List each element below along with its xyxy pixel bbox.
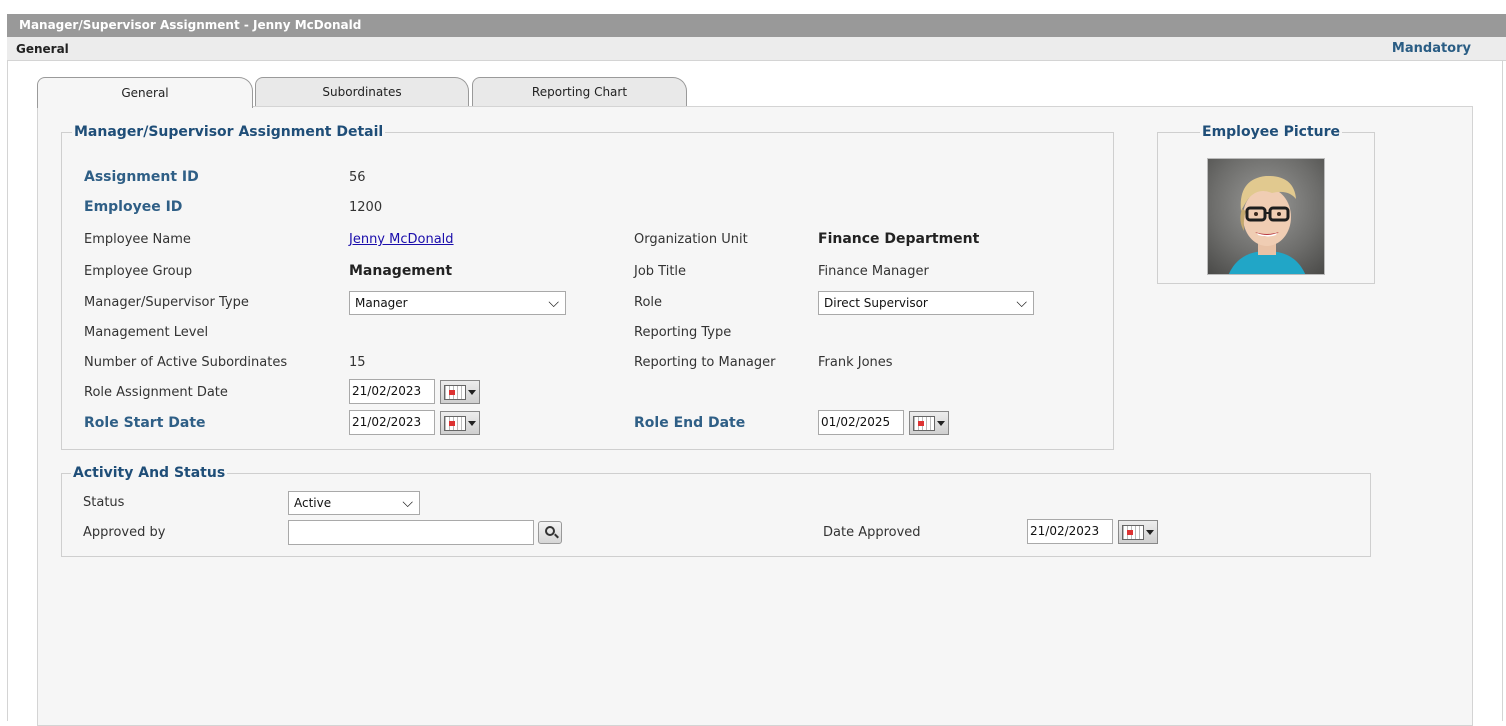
assignment-id-value: 56	[349, 170, 366, 185]
job-title-value: Finance Manager	[818, 264, 929, 279]
activity-status-fieldset: Activity And Status	[61, 465, 1371, 557]
role-label: Role	[634, 295, 663, 310]
org-unit-value: Finance Department	[818, 231, 980, 247]
section-title: General	[16, 42, 69, 56]
active-subordinates-value: 15	[349, 355, 366, 370]
manager-type-select[interactable]: Manager ⌵	[349, 291, 566, 315]
employee-picture-legend: Employee Picture	[1202, 124, 1340, 140]
role-end-date-input[interactable]: 01/02/2025	[818, 410, 904, 435]
calendar-icon[interactable]	[440, 411, 480, 435]
role-value: Direct Supervisor	[824, 296, 928, 310]
manager-type-label: Manager/Supervisor Type	[84, 295, 249, 310]
tab-reporting-chart[interactable]: Reporting Chart	[472, 77, 687, 107]
calendar-icon[interactable]	[909, 411, 949, 435]
tab-general[interactable]: General	[37, 77, 253, 108]
employee-photo-image	[1228, 175, 1306, 274]
assignment-detail-fieldset: Manager/Supervisor Assignment Detail	[61, 124, 1114, 450]
mandatory-link[interactable]: Mandatory	[1392, 37, 1471, 61]
search-icon[interactable]	[538, 521, 562, 544]
role-select[interactable]: Direct Supervisor ⌵	[818, 291, 1034, 315]
active-subordinates-label: Number of Active Subordinates	[84, 355, 288, 370]
chevron-down-icon: ⌵	[1016, 295, 1027, 311]
calendar-icon[interactable]	[1118, 520, 1158, 544]
role-assignment-date-label: Role Assignment Date	[84, 385, 228, 400]
employee-id-label: Employee ID	[84, 199, 183, 215]
employee-id-value: 1200	[349, 200, 383, 215]
date-approved-input[interactable]: 21/02/2023	[1027, 519, 1113, 544]
approved-by-label: Approved by	[83, 525, 166, 540]
status-select[interactable]: Active ⌵	[288, 491, 420, 515]
window-title: Manager/Supervisor Assignment - Jenny Mc…	[7, 14, 1506, 37]
manager-type-value: Manager	[355, 296, 408, 310]
role-start-date-label: Role Start Date	[84, 415, 206, 431]
management-level-label: Management Level	[84, 325, 209, 340]
chevron-down-icon: ⌵	[402, 495, 413, 511]
assignment-detail-legend: Manager/Supervisor Assignment Detail	[74, 124, 384, 140]
employee-group-label: Employee Group	[84, 264, 193, 279]
reporting-manager-label: Reporting to Manager	[634, 355, 776, 370]
assignment-id-label: Assignment ID	[84, 169, 199, 185]
employee-group-value: Management	[349, 263, 453, 279]
date-approved-label: Date Approved	[823, 525, 921, 540]
section-header: General Mandatory	[7, 37, 1506, 61]
employee-name-link[interactable]: Jenny McDonald	[349, 232, 454, 247]
org-unit-label: Organization Unit	[634, 232, 748, 247]
status-label: Status	[83, 495, 125, 510]
tab-subordinates[interactable]: Subordinates	[255, 77, 469, 107]
status-value: Active	[294, 496, 332, 510]
job-title-label: Job Title	[634, 264, 687, 279]
role-assignment-date-input[interactable]: 21/02/2023	[349, 379, 435, 404]
reporting-type-label: Reporting Type	[634, 325, 732, 340]
approved-by-input[interactable]	[288, 520, 534, 545]
employee-name-label: Employee Name	[84, 232, 191, 247]
employee-name-value: Jenny McDonald	[349, 232, 454, 247]
chevron-down-icon: ⌵	[548, 295, 559, 311]
calendar-icon[interactable]	[440, 380, 480, 404]
employee-photo	[1207, 158, 1325, 275]
role-start-date-input[interactable]: 21/02/2023	[349, 410, 435, 435]
activity-status-legend: Activity And Status	[73, 465, 226, 481]
reporting-manager-value: Frank Jones	[818, 355, 893, 370]
role-end-date-label: Role End Date	[634, 415, 746, 431]
